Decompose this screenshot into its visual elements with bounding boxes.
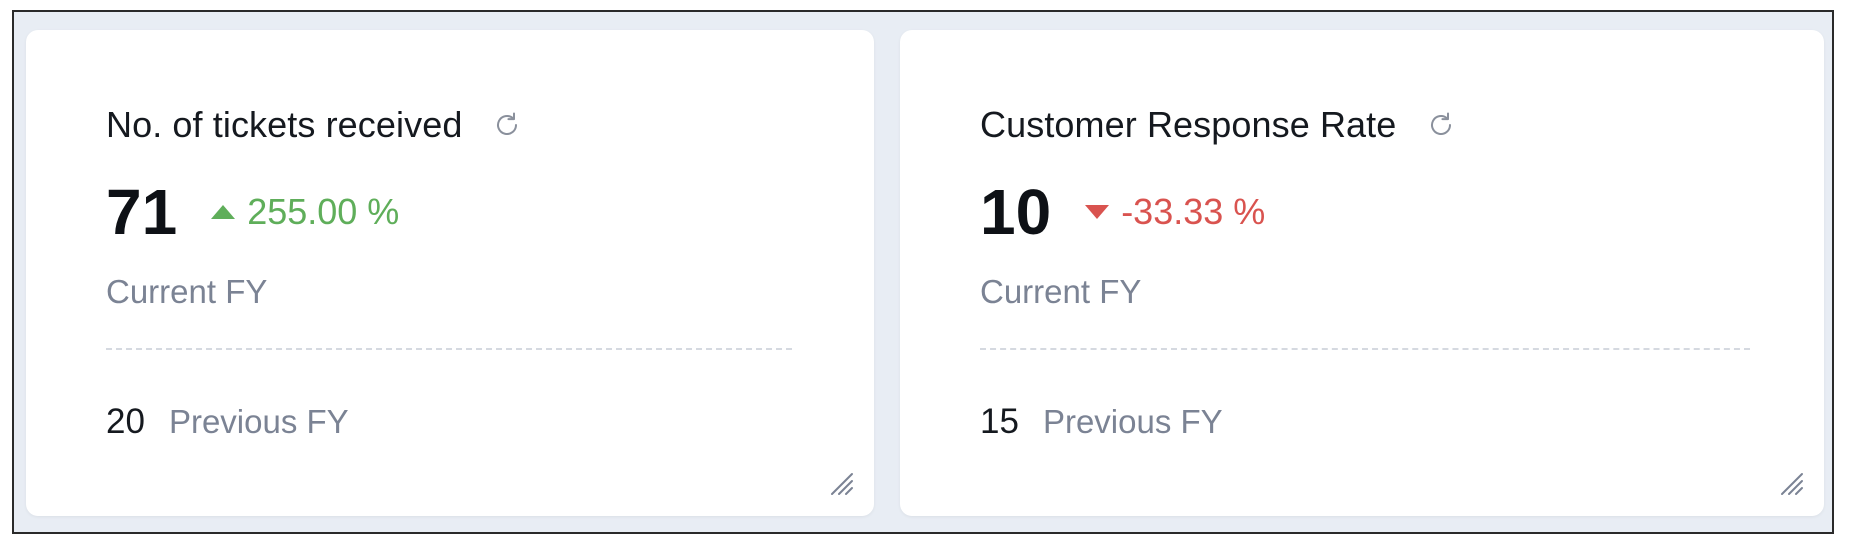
current-value: 71 [106, 176, 178, 248]
previous-row: 15 Previous FY [980, 402, 1223, 442]
widget-title: No. of tickets received [106, 104, 463, 145]
tickets-received-widget: No. of tickets received 71 255.00 % Curr… [26, 30, 874, 516]
divider [980, 348, 1750, 350]
resize-handle-icon[interactable] [1778, 470, 1806, 498]
previous-row: 20 Previous FY [106, 402, 349, 442]
value-row: 71 255.00 % [106, 180, 399, 244]
trend-down-icon [1085, 205, 1110, 219]
dashboard-frame: No. of tickets received 71 255.00 % Curr… [12, 10, 1834, 534]
refresh-icon[interactable] [492, 110, 522, 140]
trend-percent: 255.00 % [247, 191, 400, 232]
previous-value: 15 [980, 402, 1019, 441]
current-value: 10 [980, 176, 1052, 248]
trend-up-icon [211, 205, 236, 219]
widget-title: Customer Response Rate [980, 104, 1397, 145]
value-row: 10 -33.33 % [980, 180, 1265, 244]
previous-period-label: Previous FY [168, 403, 349, 440]
widget-header: No. of tickets received [106, 104, 522, 146]
refresh-icon[interactable] [1426, 110, 1456, 140]
trend-indicator: -33.33 % [1085, 191, 1265, 233]
current-period-label: Current FY [980, 273, 1142, 310]
resize-handle-icon[interactable] [828, 470, 856, 498]
divider [106, 348, 792, 350]
trend-indicator: 255.00 % [211, 191, 399, 233]
widget-header: Customer Response Rate [980, 104, 1456, 146]
previous-period-label: Previous FY [1042, 403, 1223, 440]
previous-value: 20 [106, 402, 145, 441]
customer-response-rate-widget: Customer Response Rate 10 -33.33 % Curre… [900, 30, 1824, 516]
trend-percent: -33.33 % [1121, 191, 1266, 232]
current-period-label: Current FY [106, 273, 268, 310]
